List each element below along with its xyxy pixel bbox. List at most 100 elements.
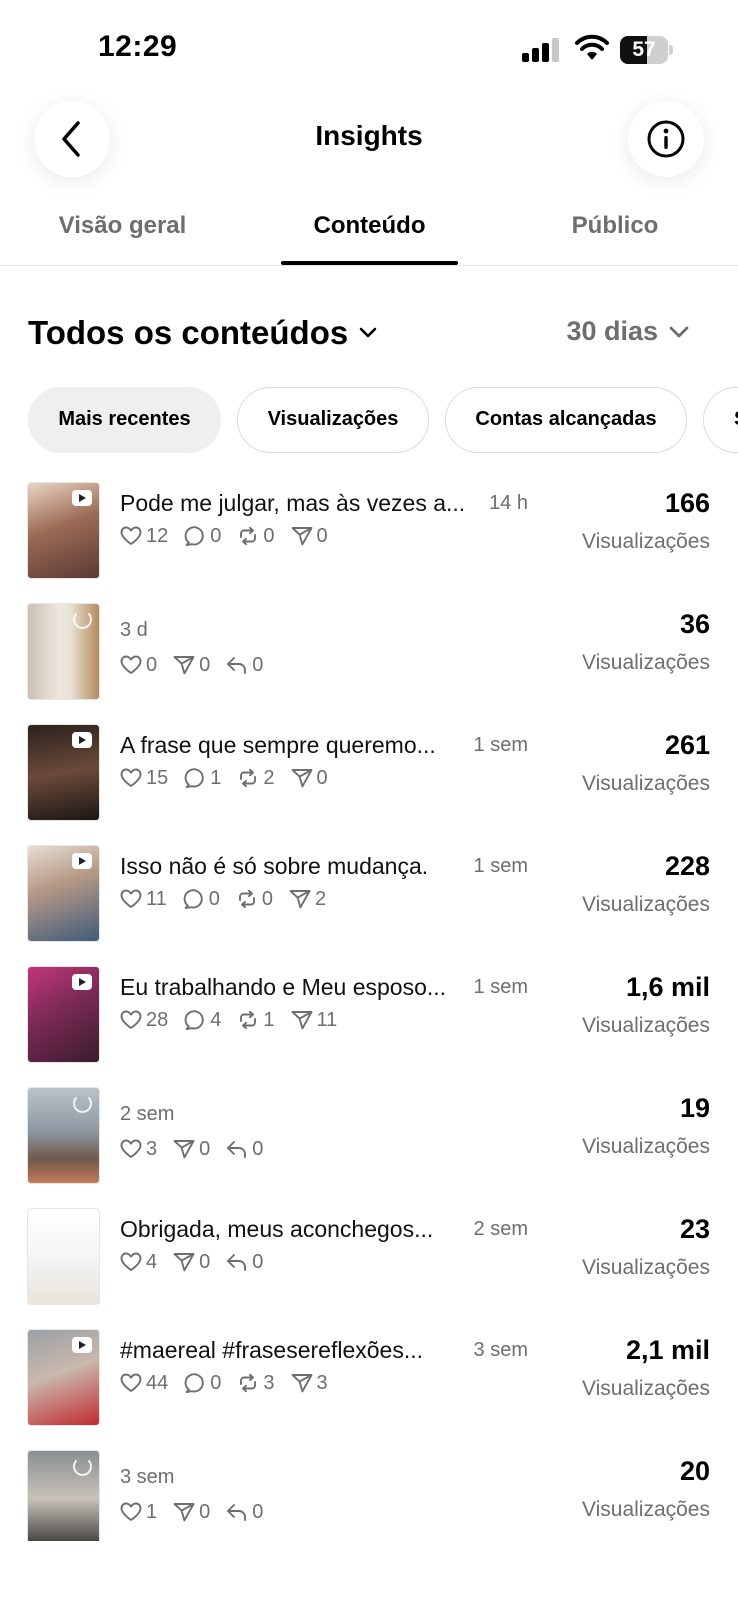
heart-count: 44 xyxy=(120,1372,168,1395)
stat-value: 0 xyxy=(252,1137,264,1160)
battery-icon: 57 xyxy=(620,36,673,64)
content-list-item[interactable]: 2 sem 3 0 0 19 Visualizações xyxy=(0,1075,738,1199)
content-title: A frase que sempre queremo... xyxy=(120,732,436,758)
views-value: 1,6 mil xyxy=(625,972,710,1002)
stat-value: 0 xyxy=(210,524,222,547)
comment-count: 0 xyxy=(184,1372,221,1395)
engagement-stats: 28 4 1 11 xyxy=(120,1008,353,1032)
comment-count: 4 xyxy=(184,1009,221,1032)
content-list-item[interactable]: Isso não é só sobre mudança. 1 sem 11 0 0 2 22… xyxy=(0,833,738,957)
repost-count: 3 xyxy=(237,1372,275,1395)
heart-count: 15 xyxy=(120,767,168,790)
share-icon xyxy=(291,526,317,546)
play-icon xyxy=(72,853,92,869)
reply-count: 0 xyxy=(226,1138,263,1161)
engagement-stats: 3 0 0 xyxy=(120,1137,279,1161)
stat-value: 3 xyxy=(316,1371,328,1394)
heart-icon xyxy=(120,1010,146,1030)
views-label: Visualizações xyxy=(581,1256,710,1279)
play-icon xyxy=(72,1337,92,1353)
content-list-item[interactable]: #maereal #frasesereflexões... 3 sem 44 0 3 3 2… xyxy=(0,1317,738,1441)
tab-bar: Visão geral Conteúdo Público xyxy=(0,200,738,266)
tab-publico[interactable]: Público xyxy=(540,212,690,240)
chip-partial[interactable]: S xyxy=(703,387,738,453)
views-metric: 19 Visualizações xyxy=(582,1093,710,1159)
status-bar: 12:29 57 xyxy=(0,0,738,100)
content-list-item[interactable]: 3 sem 1 0 0 20 Visualizações xyxy=(0,1438,738,1541)
share-icon xyxy=(291,768,317,788)
heart-count: 1 xyxy=(120,1501,157,1524)
repost-icon xyxy=(237,1373,263,1393)
views-metric: 23 Visualizações xyxy=(582,1214,710,1280)
stat-value: 0 xyxy=(146,653,158,676)
views-metric: 1,6 mil Visualizações xyxy=(582,972,710,1038)
info-icon xyxy=(647,120,685,158)
active-tab-indicator xyxy=(281,261,458,265)
content-age: 1 sem xyxy=(473,855,528,877)
repost-icon xyxy=(237,768,263,788)
chip-contas-alcancadas[interactable]: Contas alcançadas xyxy=(445,387,687,453)
repost-count: 0 xyxy=(236,888,273,911)
heart-count: 28 xyxy=(120,1009,168,1032)
chip-mais-recentes[interactable]: Mais recentes xyxy=(28,387,221,453)
tab-visao-geral[interactable]: Visão geral xyxy=(40,212,205,240)
views-metric: 228 Visualizações xyxy=(582,851,710,917)
share-count: 11 xyxy=(291,1008,338,1032)
content-title: Obrigada, meus aconchegos... xyxy=(120,1216,434,1242)
content-thumbnail xyxy=(27,966,100,1063)
content-type-dropdown[interactable]: Todos os conteúdos xyxy=(28,314,378,352)
stat-value: 12 xyxy=(146,524,169,547)
stat-value: 0 xyxy=(252,1500,264,1523)
content-age: 1 sem xyxy=(473,976,528,998)
stat-value: 0 xyxy=(261,887,274,910)
views-value: 20 xyxy=(679,1456,710,1486)
content-list-item[interactable]: 3 d 0 0 0 36 Visualizações xyxy=(0,591,738,715)
play-icon xyxy=(72,490,92,506)
content-thumbnail xyxy=(27,845,100,942)
heart-count: 4 xyxy=(120,1251,157,1274)
heart-count: 12 xyxy=(120,525,168,548)
engagement-stats: 11 0 0 2 xyxy=(120,887,342,911)
info-button[interactable] xyxy=(628,101,704,177)
stat-value: 11 xyxy=(146,887,167,910)
chip-visualizacoes[interactable]: Visualizações xyxy=(237,387,429,453)
comment-icon xyxy=(183,889,209,909)
content-list-item[interactable]: Pode me julgar, mas às vezes a... 14 h 12 0… xyxy=(0,470,738,594)
comment-icon xyxy=(184,1373,210,1393)
play-icon xyxy=(72,974,92,990)
tab-conteudo[interactable]: Conteúdo xyxy=(281,212,458,240)
views-metric: 20 Visualizações xyxy=(582,1456,710,1522)
share-count: 0 xyxy=(173,654,210,677)
views-value: 166 xyxy=(664,488,710,518)
content-list-item[interactable]: A frase que sempre queremo... 1 sem 15 1 2 0 2… xyxy=(0,712,738,836)
share-icon xyxy=(291,1373,317,1393)
content-list-item[interactable]: Obrigada, meus aconchegos... 2 sem 4 0 0 23 Vi… xyxy=(0,1196,738,1320)
content-thumbnail xyxy=(27,1208,100,1305)
views-label: Visualizações xyxy=(581,893,710,916)
views-label: Visualizações xyxy=(581,651,710,674)
content-age: 2 sem xyxy=(473,1218,528,1240)
stat-value: 1 xyxy=(146,1500,158,1523)
views-label: Visualizações xyxy=(581,1014,710,1037)
comment-icon xyxy=(184,1010,210,1030)
wifi-icon xyxy=(575,34,609,60)
share-icon xyxy=(173,1252,199,1272)
content-list-item[interactable]: Eu trabalhando e Meu esposo... 1 sem 28 4 1 1… xyxy=(0,954,738,1078)
share-icon xyxy=(291,1010,317,1030)
repost-count: 2 xyxy=(237,767,275,790)
heart-icon xyxy=(120,1502,146,1522)
heart-icon xyxy=(120,889,146,909)
chevron-down-icon xyxy=(359,327,377,338)
content-thumbnail xyxy=(27,1450,100,1541)
content-age: 1 sem xyxy=(473,734,528,756)
share-icon xyxy=(173,1139,199,1159)
views-metric: 166 Visualizações xyxy=(582,488,710,554)
period-dropdown[interactable]: 30 dias xyxy=(566,316,690,347)
views-value: 36 xyxy=(679,609,710,639)
stat-value: 1 xyxy=(210,766,222,789)
sort-chips: Mais recentes Visualizações Contas alcan… xyxy=(28,387,738,453)
battery-percent: 57 xyxy=(632,38,656,61)
comment-count: 0 xyxy=(183,888,220,911)
engagement-stats: 44 0 3 3 xyxy=(120,1371,344,1395)
stat-value: 11 xyxy=(316,1008,338,1031)
